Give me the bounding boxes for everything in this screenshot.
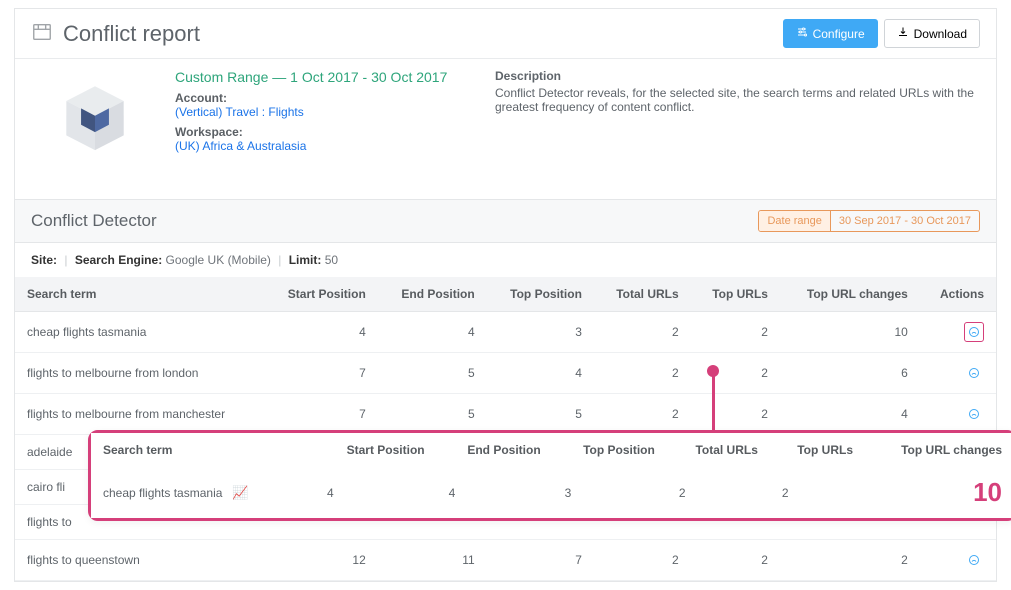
callout-overlay: Search term Start Position End Position … — [88, 430, 1011, 521]
date-range-text: Custom Range — 1 Oct 2017 - 30 Oct 2017 — [175, 69, 455, 85]
description-label: Description — [495, 69, 980, 83]
page-title: Conflict report — [63, 21, 783, 47]
term-cell[interactable]: flights to melbourne from london — [15, 353, 264, 394]
term-cell[interactable]: flights to queenstown — [15, 540, 264, 581]
panel-title: Conflict Detector — [31, 211, 758, 231]
sliders-icon — [796, 26, 808, 41]
url-action-icon[interactable] — [964, 363, 984, 383]
url-action-icon[interactable] — [964, 550, 984, 570]
term-cell[interactable]: flights to melbourne from manchester — [15, 394, 264, 435]
workspace-link[interactable]: (UK) Africa & Australasia — [175, 139, 455, 153]
table-row: flights to melbourne from london754226 — [15, 353, 996, 394]
sparkline-icon: 📈 — [232, 485, 246, 500]
configure-button[interactable]: Configure — [783, 19, 878, 48]
account-label: Account: — [175, 91, 455, 105]
url-action-icon[interactable] — [964, 404, 984, 424]
table-row: cheap flights tasmania4432210 — [15, 312, 996, 353]
filter-line: Site: | Search Engine: Google UK (Mobile… — [15, 243, 996, 277]
table-row: flights to melbourne from manchester7552… — [15, 394, 996, 435]
url-action-icon[interactable] — [964, 322, 984, 342]
cube-icon — [45, 69, 145, 169]
results-table: Search term Start Position End Position … — [15, 277, 996, 581]
annotation-line — [712, 373, 715, 433]
account-link[interactable]: (Vertical) Travel : Flights — [175, 105, 455, 119]
term-cell[interactable]: cheap flights tasmania — [15, 312, 264, 353]
workspace-label: Workspace: — [175, 125, 455, 139]
download-icon — [897, 26, 909, 41]
date-range-chip[interactable]: Date range 30 Sep 2017 - 30 Oct 2017 — [758, 210, 980, 232]
table-row: flights to queenstown12117222 — [15, 540, 996, 581]
report-icon — [31, 21, 53, 46]
download-button[interactable]: Download — [884, 19, 980, 48]
description-text: Conflict Detector reveals, for the selec… — [495, 86, 974, 114]
